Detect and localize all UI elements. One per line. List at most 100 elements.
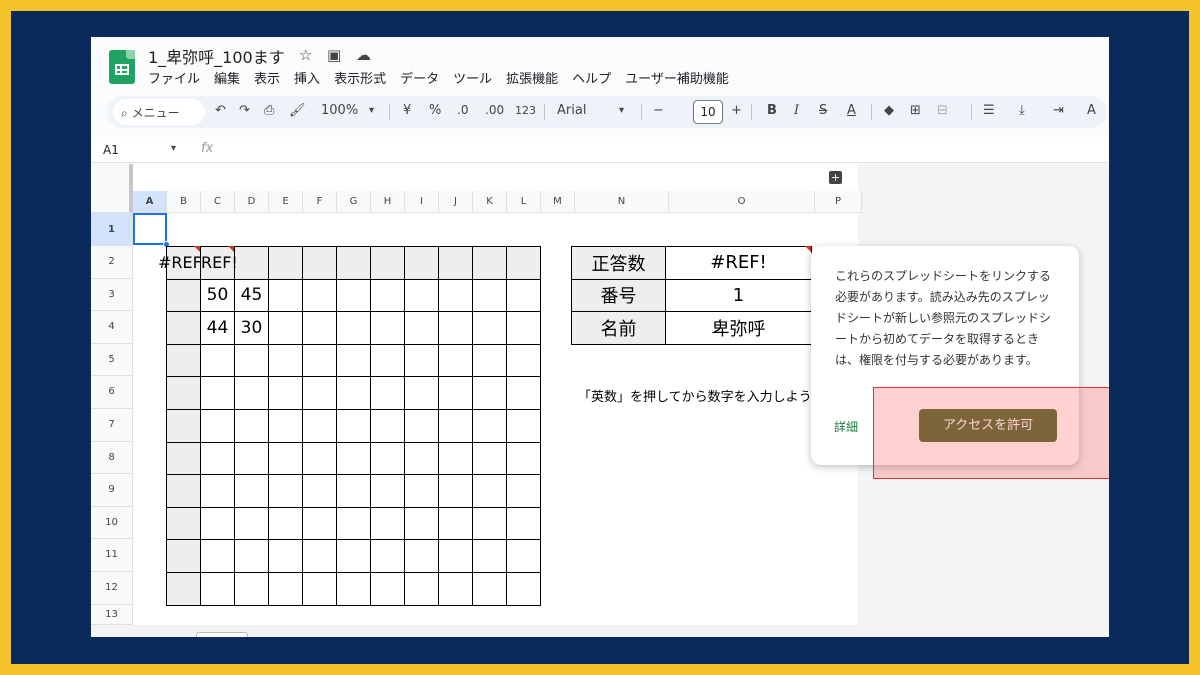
increase-font-size-icon[interactable]: + <box>731 103 742 118</box>
cell-d3[interactable]: 45 <box>234 278 269 313</box>
sheet-tab[interactable] <box>196 632 248 637</box>
name-box-chevron-down-icon[interactable]: ▾ <box>171 143 176 154</box>
cell-c2-ref-error[interactable]: REF! <box>201 253 238 272</box>
row-header-7[interactable]: 7 <box>91 408 133 442</box>
paint-format-icon[interactable]: 🖌 <box>289 103 306 118</box>
undo-icon[interactable]: ↶ <box>215 103 226 118</box>
col-header-h[interactable]: H <box>371 191 405 213</box>
add-sheet-icon[interactable]: + <box>829 171 842 184</box>
col-header-c[interactable]: C <box>201 191 235 213</box>
font-chevron-down-icon[interactable]: ▾ <box>619 105 624 116</box>
popup-message: これらのスプレッドシートをリンクする必要があります。読み込み先のスプレッドシート… <box>835 269 1052 367</box>
menu-format[interactable]: 表示形式 <box>334 68 386 87</box>
number-format-button[interactable]: 123 <box>515 104 536 117</box>
font-size-input[interactable]: 10 <box>693 100 723 124</box>
sheets-logo-icon[interactable] <box>109 50 135 84</box>
row-header-1[interactable]: 1 <box>91 213 133 246</box>
borders-icon[interactable]: ⊞ <box>910 103 921 118</box>
col-header-m[interactable]: M <box>541 191 575 213</box>
selected-cell-a1[interactable] <box>133 213 167 245</box>
vertical-align-icon[interactable]: ⤓ <box>1019 103 1025 118</box>
row-header-6[interactable]: 6 <box>91 376 133 409</box>
fill-color-icon[interactable]: ◆ <box>884 103 894 118</box>
cell-c3[interactable]: 50 <box>200 278 235 313</box>
hundred-square-grid[interactable]: 50 45 44 30 <box>166 246 541 606</box>
menu-insert[interactable]: 挿入 <box>294 68 320 87</box>
menu-view[interactable]: 表示 <box>254 68 280 87</box>
error-marker-icon <box>194 246 200 252</box>
row-header-4[interactable]: 4 <box>91 311 133 344</box>
col-header-f[interactable]: F <box>303 191 337 213</box>
horizontal-align-icon[interactable]: ☰ <box>983 103 995 118</box>
number-label: 番号 <box>571 278 666 313</box>
document-title[interactable]: 1_卑弥呼_100ます <box>148 44 285 68</box>
currency-format-button[interactable]: ¥ <box>403 103 411 118</box>
row-header-12[interactable]: 12 <box>91 571 133 605</box>
row-header-10[interactable]: 10 <box>91 506 133 540</box>
col-header-e[interactable]: E <box>269 191 303 213</box>
error-marker-icon <box>805 246 811 252</box>
col-header-d[interactable]: D <box>235 191 269 213</box>
number-value[interactable]: 1 <box>665 278 812 313</box>
name-box[interactable]: A1 <box>103 143 119 157</box>
info-table[interactable]: 正答数 #REF! 番号 1 名前 卑弥呼 <box>571 246 812 345</box>
print-icon[interactable]: ⎙ <box>264 103 274 118</box>
font-family-select[interactable]: Arial <box>557 103 586 118</box>
redo-icon[interactable]: ↷ <box>239 103 250 118</box>
row-header-3[interactable]: 3 <box>91 278 133 312</box>
menu-search-label: メニュー <box>131 106 180 120</box>
strikethrough-icon[interactable]: S <box>819 103 827 118</box>
col-header-a[interactable]: A <box>133 191 167 213</box>
text-color-icon[interactable]: A <box>847 103 856 118</box>
col-header-b[interactable]: B <box>167 191 201 213</box>
row-header-5[interactable]: 5 <box>91 343 133 377</box>
text-rotation-icon[interactable]: A <box>1087 103 1096 118</box>
name-label: 名前 <box>571 311 666 345</box>
menu-tools[interactable]: ツール <box>453 68 492 87</box>
score-value[interactable]: #REF! <box>665 246 812 280</box>
zoom-select[interactable]: 100% <box>321 103 358 118</box>
name-value[interactable]: 卑弥呼 <box>665 311 812 345</box>
menu-edit[interactable]: 編集 <box>214 68 240 87</box>
row-header-11[interactable]: 11 <box>91 539 133 572</box>
menu-accessibility[interactable]: ユーザー補助機能 <box>625 68 729 87</box>
row-header-2[interactable]: 2 <box>91 246 133 279</box>
cell-b2-ref-error[interactable]: #REF <box>158 253 202 272</box>
decrease-font-size-icon[interactable]: − <box>653 103 664 118</box>
sheets-window: 1_卑弥呼_100ます ☆ ▣ ☁ ファイル 編集 表示 挿入 表示形式 データ… <box>91 37 1109 637</box>
menu-search[interactable]: ⌕ メニュー <box>113 99 205 125</box>
move-folder-icon[interactable]: ▣ <box>327 46 341 64</box>
cloud-status-icon[interactable]: ☁ <box>356 46 371 64</box>
col-header-i[interactable]: I <box>405 191 439 213</box>
menu-file[interactable]: ファイル <box>148 68 200 87</box>
sheet-grid[interactable]: + A B C D E F G H I J K L M N O P 1 2 3 … <box>91 164 862 637</box>
bold-icon[interactable]: B <box>767 103 777 118</box>
menu-help[interactable]: ヘルプ <box>572 68 611 87</box>
col-header-l[interactable]: L <box>507 191 541 213</box>
text-wrap-icon[interactable]: ⇥ <box>1053 103 1064 118</box>
percent-format-button[interactable]: % <box>429 103 441 118</box>
zoom-chevron-down-icon[interactable]: ▾ <box>369 105 374 116</box>
cell-d4[interactable]: 30 <box>234 311 269 345</box>
cell-c4[interactable]: 44 <box>200 311 235 345</box>
row-header-9[interactable]: 9 <box>91 474 133 507</box>
col-header-p[interactable]: P <box>815 191 862 213</box>
merge-cells-icon[interactable]: ⊟ <box>937 103 948 118</box>
col-header-g[interactable]: G <box>337 191 371 213</box>
search-icon: ⌕ <box>121 106 128 120</box>
menu-extensions[interactable]: 拡張機能 <box>506 68 558 87</box>
formula-bar: A1 ▾ fx <box>91 137 1109 163</box>
menu-data[interactable]: データ <box>400 68 439 87</box>
row-header-13[interactable]: 13 <box>91 604 133 625</box>
row-header-8[interactable]: 8 <box>91 441 133 475</box>
details-link[interactable]: 詳細 <box>834 418 858 435</box>
increase-decimal-button[interactable]: .00 <box>485 103 504 117</box>
col-header-k[interactable]: K <box>473 191 507 213</box>
decrease-decimal-button[interactable]: .0 <box>457 103 468 117</box>
star-icon[interactable]: ☆ <box>299 46 312 64</box>
col-header-j[interactable]: J <box>439 191 473 213</box>
italic-icon[interactable]: I <box>794 103 799 118</box>
col-header-o[interactable]: O <box>669 191 815 213</box>
col-header-n[interactable]: N <box>575 191 669 213</box>
column-headers: A B C D E F G H I J K L M N O P <box>91 191 862 213</box>
